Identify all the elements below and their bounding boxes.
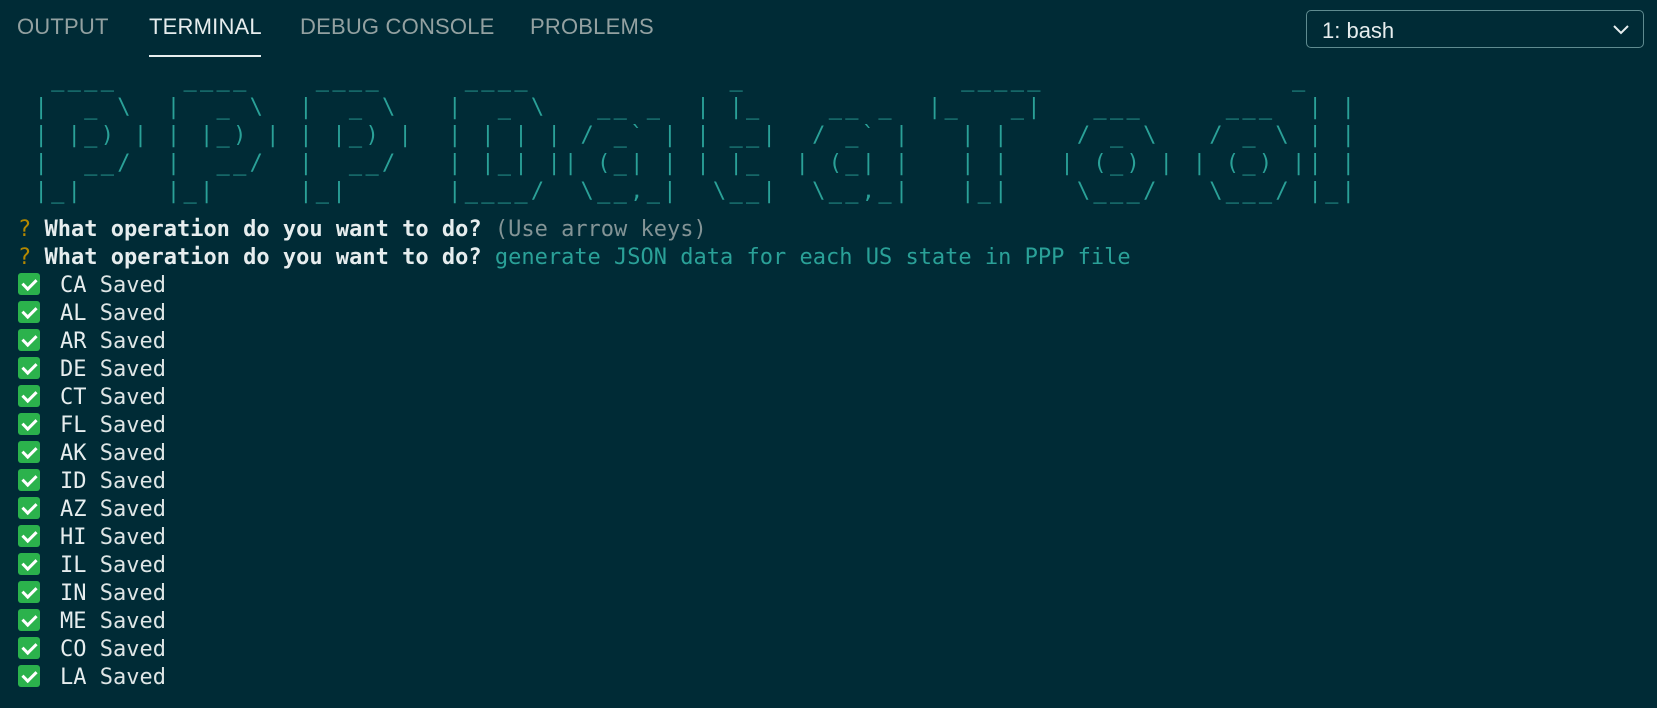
check-icon bbox=[18, 581, 40, 603]
check-icon bbox=[18, 497, 40, 519]
tab-terminal[interactable]: TERMINAL bbox=[149, 14, 262, 40]
state-code: CA bbox=[60, 273, 87, 298]
state-code: CT bbox=[60, 385, 87, 410]
state-code: LA bbox=[60, 665, 87, 690]
state-status: Saved bbox=[99, 441, 166, 466]
check-icon bbox=[18, 385, 40, 407]
state-status: Saved bbox=[99, 329, 166, 354]
state-code: AR bbox=[60, 329, 87, 354]
check-icon bbox=[18, 525, 40, 547]
ascii-banner-line: ____ ____ ____ ____ _ _____ _ bbox=[18, 67, 1326, 92]
state-status: Saved bbox=[99, 497, 166, 522]
saved-state-line: CO Saved bbox=[18, 636, 1638, 664]
saved-state-line: AL Saved bbox=[18, 300, 1638, 328]
state-code: IL bbox=[60, 553, 87, 578]
state-code: ME bbox=[60, 609, 87, 634]
ascii-banner-line: | |_) | | |_) | | |_) | | | | | / _` | |… bbox=[18, 123, 1359, 148]
saved-state-line: IN Saved bbox=[18, 580, 1638, 608]
saved-state-line: AR Saved bbox=[18, 328, 1638, 356]
prompt-question: What operation do you want to do? bbox=[44, 217, 482, 242]
state-status: Saved bbox=[99, 581, 166, 606]
prompt-question: What operation do you want to do? bbox=[44, 245, 482, 270]
state-code: FL bbox=[60, 413, 87, 438]
state-code: IN bbox=[60, 581, 87, 606]
saved-state-line: HI Saved bbox=[18, 524, 1638, 552]
check-icon bbox=[18, 413, 40, 435]
prompt-answer: generate JSON data for each US state in … bbox=[494, 245, 1131, 270]
check-icon bbox=[18, 553, 40, 575]
panel-tab-bar: OUTPUT TERMINAL DEBUG CONSOLE PROBLEMS 1… bbox=[0, 0, 1657, 60]
state-code: AZ bbox=[60, 497, 87, 522]
state-status: Saved bbox=[99, 525, 166, 550]
active-tab-indicator bbox=[149, 55, 261, 57]
tab-problems[interactable]: PROBLEMS bbox=[530, 14, 654, 40]
prompt-mark: ? bbox=[18, 217, 32, 242]
prompt-hint: (Use arrow keys) bbox=[494, 217, 707, 242]
tab-debug-console[interactable]: DEBUG CONSOLE bbox=[300, 14, 495, 40]
state-status: Saved bbox=[99, 357, 166, 382]
check-icon bbox=[18, 665, 40, 687]
state-status: Saved bbox=[99, 665, 166, 690]
saved-state-line: ME Saved bbox=[18, 608, 1638, 636]
terminal-output[interactable]: ____ ____ ____ ____ _ _____ _ | _ \ | _ … bbox=[18, 66, 1638, 708]
state-status: Saved bbox=[99, 553, 166, 578]
state-status: Saved bbox=[99, 469, 166, 494]
check-icon bbox=[18, 301, 40, 323]
state-code: AL bbox=[60, 301, 87, 326]
prompt-mark: ? bbox=[18, 245, 32, 270]
state-code: HI bbox=[60, 525, 87, 550]
terminal-selector-dropdown[interactable]: 1: bash bbox=[1306, 10, 1644, 48]
check-icon bbox=[18, 329, 40, 351]
state-status: Saved bbox=[99, 301, 166, 326]
ascii-banner-line: | _ \ | _ \ | _ \ | _ \ __ _ | |_ __ _ |… bbox=[18, 95, 1359, 120]
saved-state-line: AK Saved bbox=[18, 440, 1638, 468]
state-status: Saved bbox=[99, 413, 166, 438]
terminal-selector-value: 1: bash bbox=[1322, 18, 1395, 43]
state-status: Saved bbox=[99, 637, 166, 662]
state-code: AK bbox=[60, 441, 87, 466]
check-icon bbox=[18, 469, 40, 491]
check-icon bbox=[18, 357, 40, 379]
state-code: DE bbox=[60, 357, 87, 382]
saved-state-line: ID Saved bbox=[18, 468, 1638, 496]
saved-state-line: DE Saved bbox=[18, 356, 1638, 384]
chevron-down-icon bbox=[1613, 25, 1629, 35]
check-icon bbox=[18, 637, 40, 659]
saved-state-line: LA Saved bbox=[18, 664, 1638, 692]
ascii-banner-line: |_| |_| |_| |____/ \__,_| \__| \__,_| |_… bbox=[18, 179, 1359, 204]
tab-output[interactable]: OUTPUT bbox=[17, 14, 109, 40]
check-icon bbox=[18, 609, 40, 631]
state-status: Saved bbox=[99, 273, 166, 298]
saved-state-line: IL Saved bbox=[18, 552, 1638, 580]
check-icon bbox=[18, 273, 40, 295]
state-code: ID bbox=[60, 469, 87, 494]
state-code: CO bbox=[60, 637, 87, 662]
prompt-line: ? What operation do you want to do? gene… bbox=[18, 244, 1638, 272]
saved-state-line: AZ Saved bbox=[18, 496, 1638, 524]
prompt-line: ? What operation do you want to do? (Use… bbox=[18, 216, 1638, 244]
state-status: Saved bbox=[99, 609, 166, 634]
state-status: Saved bbox=[99, 385, 166, 410]
saved-state-line: CT Saved bbox=[18, 384, 1638, 412]
check-icon bbox=[18, 441, 40, 463]
saved-state-line: CA Saved bbox=[18, 272, 1638, 300]
ascii-banner-line: | __/ | __/ | __/ | |_| || (_| | | |_ | … bbox=[18, 151, 1359, 176]
ascii-banner: ____ ____ ____ ____ _ _____ _ | _ \ | _ … bbox=[18, 66, 1638, 206]
saved-state-line: FL Saved bbox=[18, 412, 1638, 440]
